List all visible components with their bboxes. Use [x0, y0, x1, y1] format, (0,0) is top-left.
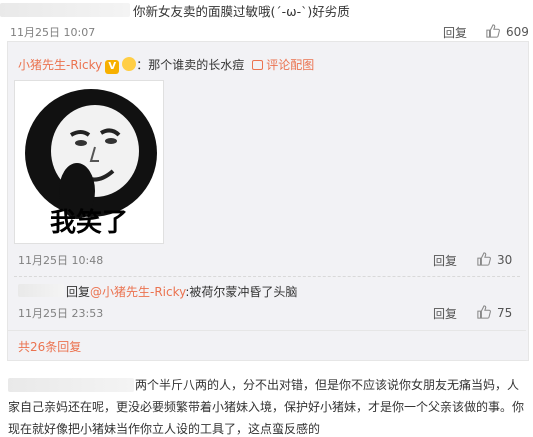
reply2-line: 回复@小猪先生-Ricky:被荷尔蒙冲昏了头脑: [66, 283, 297, 300]
blurred-username: [8, 378, 134, 392]
reply-separator: [14, 276, 520, 277]
image-icon: [252, 60, 264, 70]
comment-sticker-image[interactable]: 我笑了: [14, 80, 164, 244]
reply2-time: 11月25日 23:53: [18, 307, 104, 320]
reply2-text: :被荷尔蒙冲昏了头脑: [185, 285, 298, 299]
meme-face-icon: 我笑了: [25, 89, 157, 238]
reply1-header: 小猪先生-Ricky V ：那个谁卖的长水痘 评论配图: [18, 56, 314, 74]
top-comment-time: 11月25日 10:07: [10, 26, 96, 39]
reply1-like-count: 30: [497, 253, 513, 267]
reply1-like-button[interactable]: 30: [477, 252, 512, 267]
blurred-username: [0, 3, 130, 17]
reply1-reply-button[interactable]: 回复: [433, 252, 457, 269]
reply2-prefix: 回复: [66, 285, 91, 299]
top-comment-reply-button[interactable]: 回复: [443, 24, 467, 41]
more-replies-link[interactable]: 共26条回复: [18, 338, 81, 355]
thumbs-up-icon: [486, 24, 500, 38]
top-comment-like-count: 609: [506, 25, 529, 39]
reply2-mention-link[interactable]: @小猪先生-Ricky: [90, 285, 185, 299]
reply1-text: ：那个谁卖的长水痘: [136, 58, 245, 72]
member-badge-icon: [122, 57, 137, 71]
reply2-like-button[interactable]: 75: [477, 305, 512, 320]
more-replies-divider: [8, 330, 526, 331]
bottom-comment-line2: 家自己亲妈还在呢，更没必要频繁带着小猪妹入境，保护好小猪妹，才是你一个父亲该做的…: [8, 400, 525, 414]
reply2-reply-button[interactable]: 回复: [433, 305, 457, 322]
top-comment-like-button[interactable]: 609: [486, 24, 529, 39]
bottom-comment-line3: 现在就好像把小猪妹当作你立人设的工具了，这点蛮反感的: [8, 422, 321, 436]
reply2-like-count: 75: [497, 306, 513, 320]
top-comment-text: 你新女友卖的面膜过敏哦(´-ω-`)好劣质: [133, 4, 350, 19]
reply1-username-link[interactable]: 小猪先生-Ricky: [18, 58, 102, 72]
reply1-time: 11月25日 10:48: [18, 254, 104, 267]
blurred-username: [18, 284, 64, 297]
thumbs-up-icon: [477, 305, 491, 319]
bottom-comment-line1: 两个半斤八两的人，分不出对错，但是你不应该说你女朋友无痛当妈，人: [135, 378, 520, 392]
view-comment-image-link[interactable]: 评论配图: [266, 58, 314, 72]
sticker-caption: 我笑了: [50, 207, 128, 238]
thumbs-up-icon: [477, 252, 491, 266]
verified-badge-icon: V: [105, 60, 120, 74]
